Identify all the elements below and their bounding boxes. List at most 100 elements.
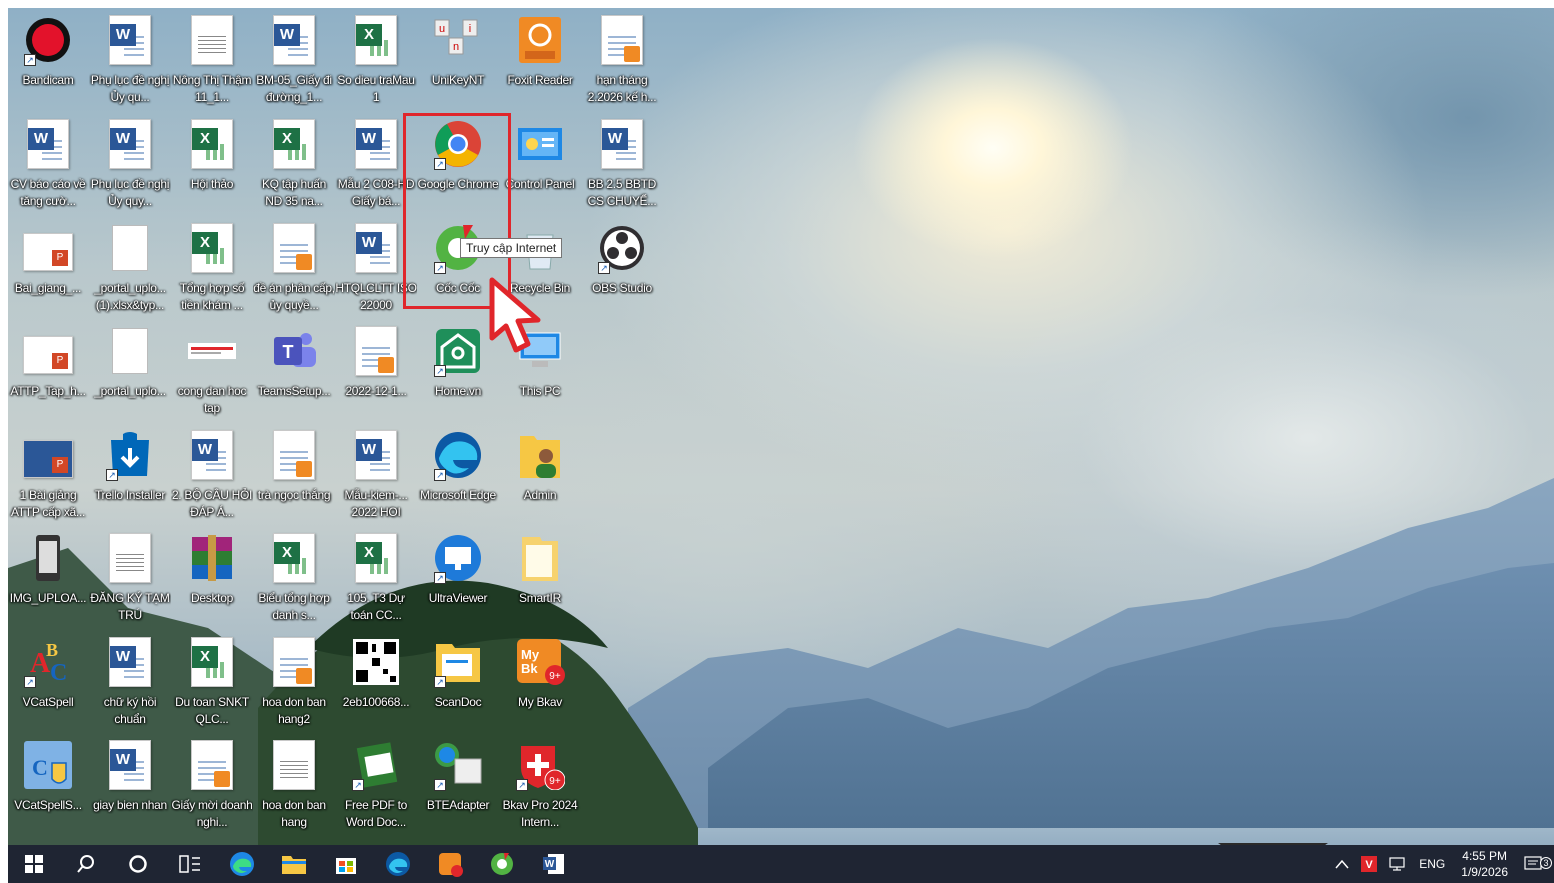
taskbar: W V ENG 4:55 PM 1/9/2026 3: [8, 845, 1554, 883]
edge-icon[interactable]: [372, 845, 424, 883]
red-pointer-arrow-icon: [489, 277, 541, 353]
coccoc-icon[interactable]: [476, 845, 528, 883]
desktop-icon[interactable]: ↗ Free PDF to Word Doc...: [336, 735, 416, 835]
desktop-icon[interactable]: W BB 2.5 BBTD CS CHUYỂ...: [582, 114, 662, 214]
desktop-icon[interactable]: Desktop: [172, 528, 252, 628]
desktop-icon-label: TeamsSetup...: [257, 384, 331, 398]
desktop-icon[interactable]: ↗ ScanDoc: [418, 632, 498, 732]
system-tray: V ENG 4:55 PM 1/9/2026 3: [1329, 845, 1554, 883]
desktop-icon[interactable]: X Hội thảo: [172, 114, 252, 214]
desktop-icon[interactable]: T TeamsSetup...: [254, 321, 334, 421]
ppt-doc-icon: P: [22, 429, 74, 481]
word-doc-icon: W: [268, 14, 320, 66]
desktop-icon[interactable]: P 1 Bài giảng ATTP cấp xã...: [8, 425, 88, 525]
desktop-icon[interactable]: W BM-05_Giấy đi đường_1...: [254, 10, 334, 110]
svg-text:n: n: [453, 41, 459, 53]
desktop-icon[interactable]: _portal_uplo...: [90, 321, 170, 421]
desktop-icon-label: Admin: [523, 488, 557, 502]
svg-text:9+: 9+: [549, 671, 561, 682]
desktop-icon[interactable]: 9+ ↗ Bkav Pro 2024 Intern...: [500, 735, 580, 835]
desktop-icon[interactable]: cong dan hoc tap: [172, 321, 252, 421]
edge-icon[interactable]: [216, 845, 268, 883]
chevron-up-icon[interactable]: [1329, 859, 1355, 869]
clock-time: 4:55 PM: [1462, 849, 1507, 863]
desktop-icon[interactable]: 2eb100668...: [336, 632, 416, 732]
desktop-icon[interactable]: C VCatSpellS...: [8, 735, 88, 835]
desktop-icon-label: Nông Thị Thậm 11_1...: [172, 73, 252, 104]
desktop-icon-label: VCatSpellS...: [14, 798, 82, 812]
desktop-icon-label: Free PDF to Word Doc...: [344, 798, 408, 829]
vcatspell-setup-icon: C: [22, 739, 74, 791]
phone-image-icon: [22, 532, 74, 584]
folder-icon[interactable]: [268, 845, 320, 883]
desktop-icon[interactable]: IMG_UPLOA...: [8, 528, 88, 628]
network-icon[interactable]: [1383, 856, 1413, 872]
desktop-icon[interactable]: đề án phân cấp, ủy quyề...: [253, 218, 335, 318]
word-icon[interactable]: W: [528, 845, 580, 883]
desktop-icon[interactable]: X Tổng hợp số tiền khám ...: [172, 218, 252, 318]
desktop-icon[interactable]: Admin: [500, 425, 580, 525]
desktop-icon[interactable]: A C B ↗ VCatSpell: [8, 632, 88, 732]
search-icon[interactable]: [60, 845, 112, 883]
desktop-icon-label: Hội thảo: [190, 177, 234, 191]
desktop-icon[interactable]: X Biểu tổng hợp danh s...: [254, 528, 334, 628]
winrar-icon: [186, 532, 238, 584]
desktop-icon[interactable]: X Du toan SNKT QLC...: [172, 632, 252, 732]
desktop-icon-label: cong dan hoc tap: [177, 384, 247, 415]
desktop-icon[interactable]: SmartIR: [500, 528, 580, 628]
notification-center-icon[interactable]: 3: [1518, 855, 1554, 873]
desktop-icon[interactable]: u i n UniKeyNT: [418, 10, 498, 110]
desktop-icon[interactable]: P ATTP_Tap_h...: [8, 321, 88, 421]
desktop-icon[interactable]: ↗ Bandicam: [8, 10, 88, 110]
desktop-icon[interactable]: ↗ OBS Studio: [582, 218, 662, 318]
desktop-icon[interactable]: ↗ BTEAdapter: [418, 735, 498, 835]
desktop-icon[interactable]: ↗ UltraViewer: [418, 528, 498, 628]
shortcut-arrow-icon: ↗: [352, 779, 364, 791]
desktop-icon-label: Desktop: [191, 591, 233, 605]
desktop-icon[interactable]: W CV báo cáo về tăng cườ...: [8, 114, 88, 214]
cortana-circle-icon[interactable]: [112, 845, 164, 883]
clock[interactable]: 4:55 PM 1/9/2026: [1451, 848, 1518, 880]
store-icon[interactable]: [320, 845, 372, 883]
qr-code-icon: [350, 636, 402, 688]
desktop-icon[interactable]: Wchữ ký hồi chuẩn: [90, 632, 170, 732]
desktop-icon[interactable]: ĐĂNG KÝ TẠM TRÚ: [90, 528, 170, 628]
desktop-icon[interactable]: X So dieu traMau 1: [336, 10, 416, 110]
svg-text:My: My: [521, 647, 540, 662]
desktop-icon[interactable]: hạn tháng 2.2026 kế h...: [582, 10, 662, 110]
desktop-icon[interactable]: W Mẫu-kiem-... 2022 HOI: [336, 425, 416, 525]
desktop-icon-label: IMG_UPLOA...: [9, 591, 87, 605]
desktop-icon[interactable]: Nông Thị Thậm 11_1...: [172, 10, 252, 110]
language-indicator[interactable]: ENG: [1413, 857, 1451, 871]
trello-icon: ↗: [104, 429, 156, 481]
bkav-tray-icon[interactable]: V: [1355, 856, 1383, 872]
svg-text:T: T: [283, 342, 294, 362]
desktop-icon[interactable]: W 2. BỘ CÂU HỎI ĐÁP Á...: [172, 425, 252, 525]
desktop-icon[interactable]: Giấy mời doanh nghi...: [171, 735, 253, 835]
desktop-icon[interactable]: Wgiay bien nhan: [90, 735, 170, 835]
desktop-icon[interactable]: My Bk 9+ My Bkav: [500, 632, 580, 732]
desktop-icon[interactable]: P Bai_giang_...: [8, 218, 88, 318]
desktop-icon[interactable]: W Phụ lục đề nghị Ủy qu...: [90, 10, 170, 110]
desktop-icon[interactable]: ↗ Microsoft Edge: [418, 425, 498, 525]
desktop-icon[interactable]: Foxit Reader: [500, 10, 580, 110]
desktop-icon[interactable]: X 105. T3 Dự toán CC...: [336, 528, 416, 628]
desktop-icon[interactable]: 2022-12-1...: [336, 321, 416, 421]
desktop-icon[interactable]: trà ngọc thắng: [254, 425, 334, 525]
desktop-icon[interactable]: Control Panel: [500, 114, 580, 214]
task-view-icon[interactable]: [164, 845, 216, 883]
desktop-icon[interactable]: X KQ tập huấn ND 35 na...: [254, 114, 334, 214]
desktop-icon-label: BM-05_Giấy đi đường_1...: [256, 73, 332, 104]
desktop-icon-label: Phụ lục đề nghị Ủy quy...: [90, 177, 170, 208]
desktop-icon[interactable]: hoa don ban hang2: [254, 632, 334, 732]
desktop-icon[interactable]: hoa don ban hang: [254, 735, 334, 835]
blank-file-icon: [104, 325, 156, 377]
desktop-icon[interactable]: W Phụ lục đề nghị Ủy quy...: [90, 114, 170, 214]
windows-start-icon[interactable]: [8, 845, 60, 883]
pdf-doc-icon: [596, 14, 648, 66]
desktop-icon[interactable]: _portal_uplo... (1).xlsx&typ...: [90, 218, 170, 318]
desktop-icon[interactable]: ↗ Trello Installer: [90, 425, 170, 525]
word-doc-icon: W: [104, 14, 156, 66]
mybkav-icon[interactable]: [424, 845, 476, 883]
foxit-icon: [514, 14, 566, 66]
